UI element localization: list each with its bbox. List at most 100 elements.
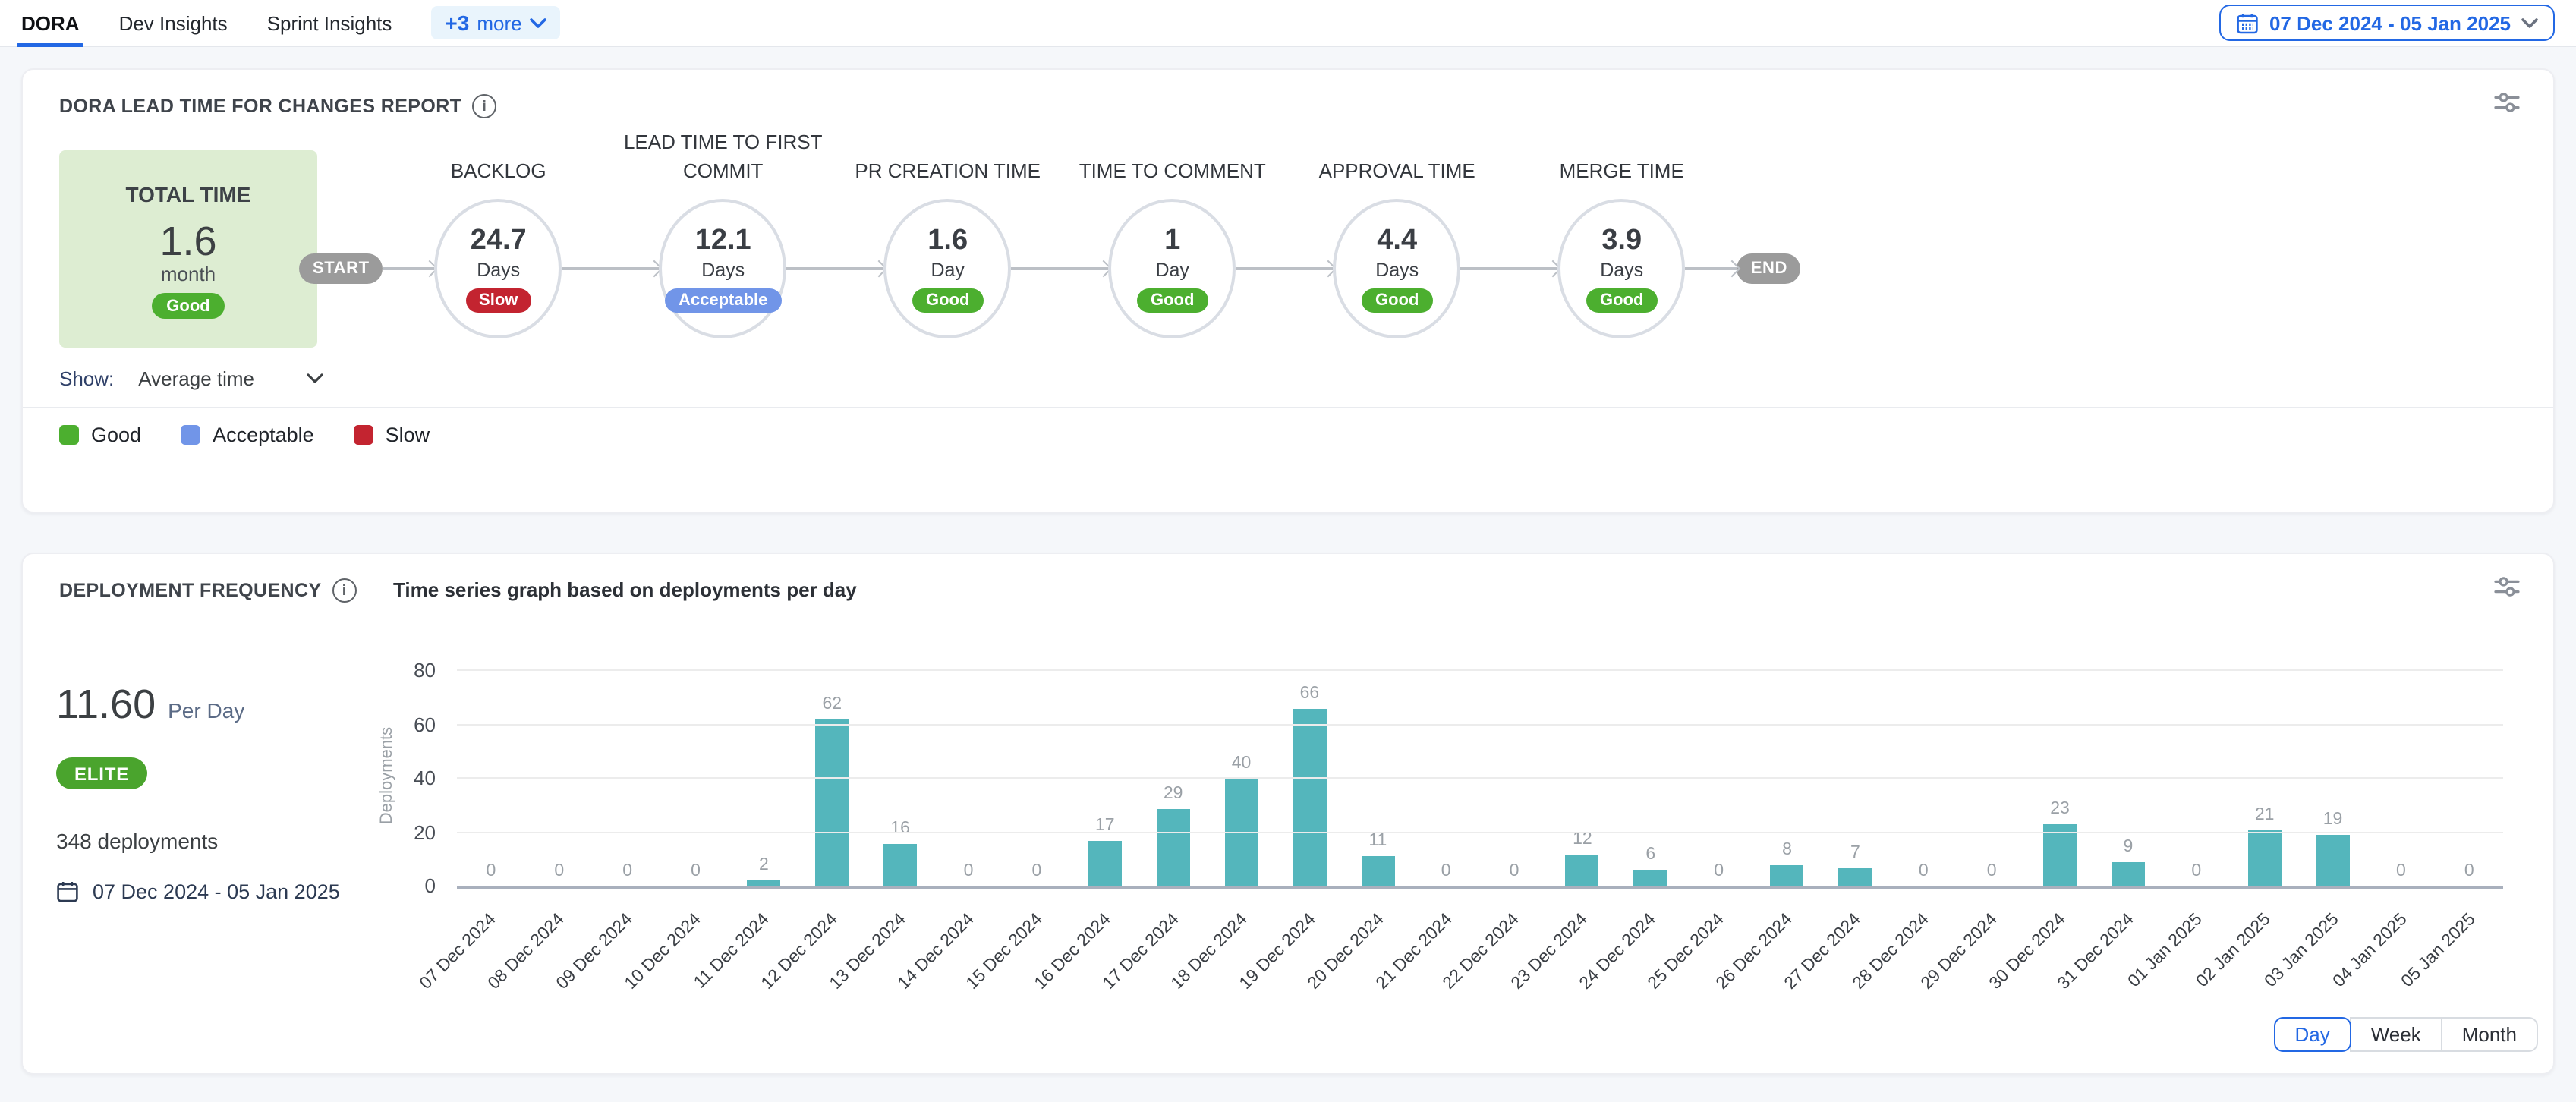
flow-arrow — [787, 268, 884, 270]
deployment-bar — [2043, 824, 2077, 886]
bar-slot: 19 — [2299, 671, 2367, 886]
bar-slot: 0 — [934, 671, 1003, 886]
flow-arrow — [1012, 268, 1109, 270]
deployment-bar — [815, 719, 849, 886]
bar-value-label: 40 — [1232, 754, 1252, 773]
stage-unit: Days — [1375, 259, 1419, 280]
gridline — [457, 831, 2503, 833]
stage-unit: Days — [701, 259, 745, 280]
bar-slot: 7 — [1822, 671, 1890, 886]
bar-value-label: 11 — [1368, 833, 1387, 851]
bar-slot: 16 — [866, 671, 934, 886]
tab-sprint-insights[interactable]: Sprint Insights — [267, 0, 392, 46]
stage-value: 12.1 — [695, 225, 751, 256]
bar-value-label: 62 — [823, 695, 842, 713]
bar-value-label: 66 — [1300, 685, 1320, 703]
sliders-icon[interactable] — [2494, 91, 2520, 114]
bar-value-label: 7 — [1850, 843, 1860, 861]
stage-title: BACKLOG — [392, 156, 605, 185]
deployment-bar — [1771, 865, 1804, 886]
flow-start-pill: START — [299, 253, 383, 284]
legend-label: Slow — [386, 423, 430, 446]
stage-status-badge: Acceptable — [665, 288, 781, 312]
date-range-value: 07 Dec 2024 - 05 Jan 2025 — [2269, 11, 2511, 34]
bar-value-label: 8 — [1782, 841, 1792, 859]
deployment-bar — [1225, 779, 1258, 886]
y-axis-tick: 80 — [375, 659, 436, 682]
bar-slot: 0 — [525, 671, 594, 886]
chevron-down-icon — [530, 17, 546, 28]
bar-value-label: 16 — [890, 819, 910, 837]
stage-circle: 24.7DaysSlow — [435, 199, 562, 338]
calendar-icon — [2236, 11, 2259, 34]
y-axis-tick: 40 — [375, 767, 436, 789]
gridline — [457, 723, 2503, 725]
show-dropdown[interactable]: Show: Average time — [59, 367, 323, 390]
bar-slots: 0000262160017294066110012608700239021190… — [457, 671, 2503, 886]
bar-slot: 21 — [2231, 671, 2299, 886]
bar-slot: 9 — [2094, 671, 2162, 886]
stage-circle: 12.1 Days Acceptable — [660, 199, 787, 338]
stage-circle: 1DayGood — [1109, 199, 1236, 338]
deployment-bar — [1293, 709, 1326, 886]
info-icon[interactable]: i — [472, 94, 496, 118]
toggle-month[interactable]: Month — [2441, 1017, 2538, 1052]
toggle-day[interactable]: Day — [2273, 1017, 2351, 1052]
bar-slot: 0 — [1889, 671, 1957, 886]
stage-value: 24.7 — [471, 225, 527, 256]
flow-arrow — [562, 268, 660, 270]
deployment-bar — [1634, 871, 1667, 886]
stage-unit: Days — [1600, 259, 1643, 280]
bar-value-label: 2 — [759, 857, 769, 875]
plot-area: 0000262160017294066110012608700239021190… — [457, 671, 2503, 889]
tab-list: DORA Dev Insights Sprint Insights — [21, 0, 431, 46]
bar-slot: 0 — [1003, 671, 1071, 886]
flow-end-pill: END — [1737, 253, 1801, 284]
y-axis-tick: 60 — [375, 713, 436, 735]
stage-unit: Days — [477, 259, 520, 280]
y-axis-tick: 0 — [375, 874, 436, 897]
bar-value-label: 0 — [2396, 862, 2406, 880]
stage-title: TIME TO COMMENT — [1066, 156, 1279, 185]
date-range-picker[interactable]: 07 Dec 2024 - 05 Jan 2025 — [2219, 5, 2555, 41]
stage-status-badge: Good — [912, 288, 983, 312]
toggle-week[interactable]: Week — [2350, 1017, 2442, 1052]
bar-value-label: 21 — [2255, 805, 2275, 823]
dashboard: DORADev InsightsSprint Insights +3 more … — [0, 0, 2576, 1102]
deployment-bar — [2316, 836, 2350, 886]
deployment-bar — [1566, 854, 1599, 886]
tab-dev-insights[interactable]: Dev Insights — [119, 0, 228, 46]
legend-swatch — [354, 425, 373, 445]
stage-circle: 4.4DaysGood — [1334, 199, 1461, 338]
stage-unit: Day — [931, 259, 964, 280]
sliders-icon[interactable] — [2494, 575, 2520, 598]
stage-unit: Day — [1155, 259, 1189, 280]
stage-title: PR CREATION TIME — [842, 156, 1054, 185]
stage-circle: 3.9DaysGood — [1558, 199, 1686, 338]
stage-value: 4.4 — [1377, 225, 1417, 256]
bar-slot: 6 — [1617, 671, 1685, 886]
stage-status-badge: Good — [1586, 288, 1657, 312]
bar-slot: 62 — [798, 671, 866, 886]
granularity-toggle: DayWeekMonth — [2273, 1017, 2538, 1052]
deployments-total: 348 deployments — [56, 829, 218, 853]
stage-merge-time: MERGE TIME3.9DaysGood — [1558, 199, 1686, 338]
bar-slot: 2 — [730, 671, 798, 886]
flow-row: STARTBACKLOG24.7DaysSlowLEAD TIME TO FIR… — [23, 199, 2553, 338]
tab-dora[interactable]: DORA — [21, 0, 80, 46]
stage-value: 1.6 — [927, 225, 968, 256]
info-icon[interactable]: i — [332, 578, 357, 603]
bar-slot: 66 — [1276, 671, 1344, 886]
bar-value-label: 0 — [554, 862, 564, 880]
lead-time-title-text: DORA LEAD TIME FOR CHANGES REPORT — [59, 96, 461, 117]
elite-tier-badge: ELITE — [56, 757, 147, 789]
legend-divider — [23, 407, 2553, 408]
calendar-icon — [56, 880, 79, 903]
deployment-bar — [1361, 857, 1394, 886]
top-tab-bar: DORADev InsightsSprint Insights +3 more … — [0, 0, 2576, 47]
bar-slot: 11 — [1343, 671, 1412, 886]
y-axis-tick: 20 — [375, 820, 436, 843]
deployment-bar — [2248, 830, 2282, 886]
bar-value-label: 12 — [1573, 830, 1592, 848]
more-tabs-button[interactable]: +3 more — [431, 6, 559, 39]
